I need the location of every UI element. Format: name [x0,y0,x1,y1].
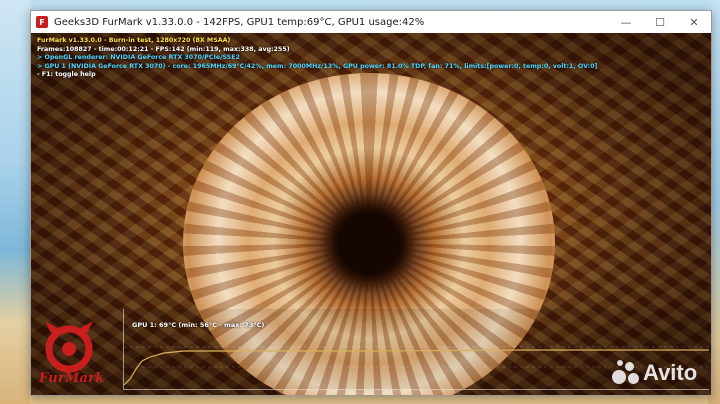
furmark-logo: FurMark [39,319,119,389]
window-controls: — ☐ ✕ [609,11,711,33]
hud-frames-line: Frames:108827 - time:00:12:21 - FPS:142 … [37,45,290,53]
window-title: Geeks3D FurMark v1.33.0.0 - 142FPS, GPU1… [54,16,425,28]
hud-renderer-line: > OpenGL renderer: NVIDIA GeForce RTX 30… [37,54,240,62]
desktop-wallpaper-left [0,0,30,404]
graph-temperature-label: GPU 1: 69°C (min: 56°C - max: 73°C) [132,321,265,329]
furmark-app-icon[interactable]: F [36,16,48,28]
avito-watermark-text: Avito [643,360,698,385]
hud-help-line: - F1: toggle help [37,71,96,79]
close-icon[interactable]: ✕ [677,11,711,33]
minimize-icon[interactable]: — [609,11,643,33]
avito-watermark: Avito [612,360,697,386]
maximize-icon[interactable]: ☐ [643,11,677,33]
furmark-logo-icon [45,321,93,373]
furmark-window[interactable]: F Geeks3D FurMark v1.33.0.0 - 142FPS, GP… [30,10,712,396]
avito-logo-icon [612,360,640,386]
hud-overlay: FurMark v1.33.0.0 - Burn-in test, 1280x7… [37,37,597,80]
render-viewport[interactable]: FurMark v1.33.0.0 - Burn-in test, 1280x7… [31,33,711,395]
furmark-logo-text: FurMark [39,371,105,386]
title-bar[interactable]: F Geeks3D FurMark v1.33.0.0 - 142FPS, GP… [31,11,711,33]
hud-gpu-line: > GPU 1 (NVIDIA GeForce RTX 3070) - core… [37,62,598,70]
hud-title-line: FurMark v1.33.0.0 - Burn-in test, 1280x7… [37,37,231,44]
